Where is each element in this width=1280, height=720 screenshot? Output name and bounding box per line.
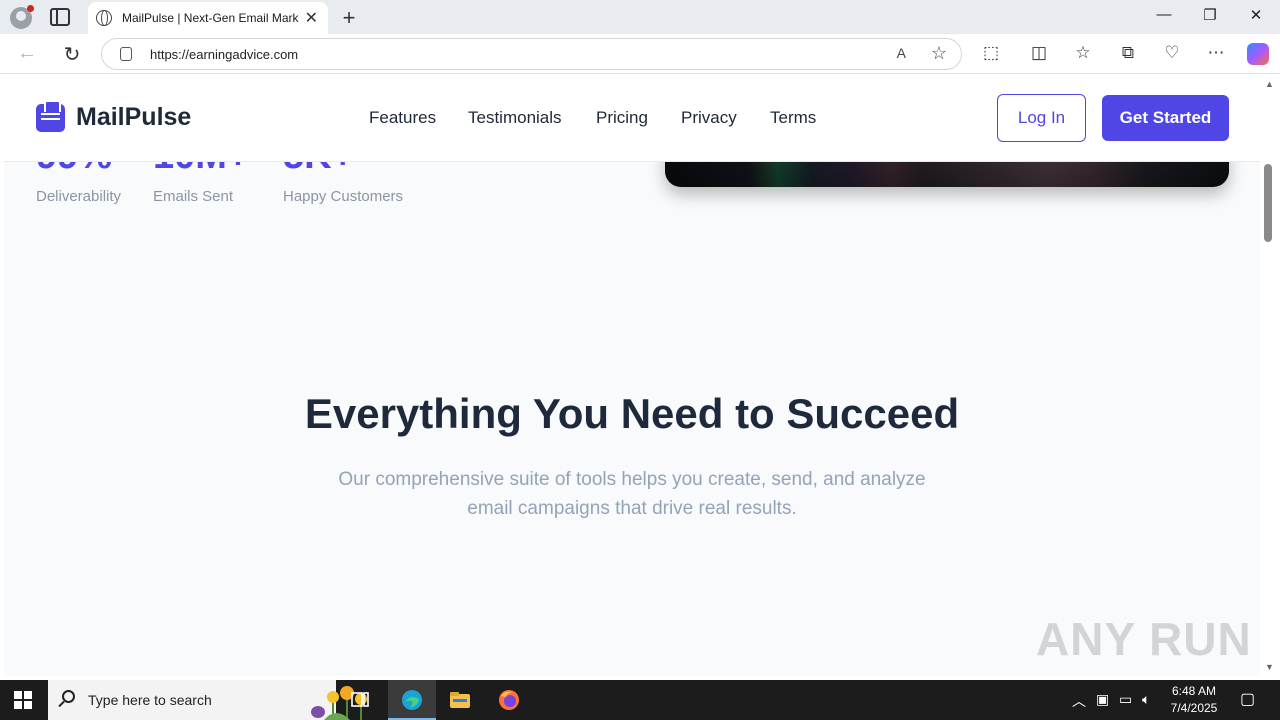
section-title: Everything You Need to Succeed xyxy=(304,390,960,437)
nav-terms[interactable]: Terms xyxy=(770,108,816,128)
close-tab-icon[interactable]: ✕ xyxy=(305,8,318,28)
globe-icon xyxy=(96,10,112,26)
stat-label: Happy Customers xyxy=(283,188,404,205)
close-window-icon[interactable]: ✕ xyxy=(1233,6,1279,24)
notification-dot xyxy=(27,5,34,12)
site-header: MailPulse Features Testimonials Pricing … xyxy=(4,75,1260,162)
anyrun-watermark: ANY RUN xyxy=(1036,613,1252,665)
url-text[interactable]: https://earningadvice.com xyxy=(150,47,298,62)
volume-icon[interactable]: 🔈︎ xyxy=(1142,691,1150,708)
tab-actions-icon[interactable] xyxy=(50,8,70,26)
new-tab-icon[interactable]: + xyxy=(338,5,360,31)
split-screen-icon[interactable]: ◫ xyxy=(1028,43,1050,63)
site-logo[interactable]: MailPulse xyxy=(76,103,191,132)
tab-title: MailPulse | Next-Gen Email Marke xyxy=(122,11,299,25)
notification-center-icon[interactable]: ▢ xyxy=(1240,689,1255,709)
site-info-icon[interactable] xyxy=(120,47,132,61)
edge-icon[interactable] xyxy=(400,688,424,712)
firefox-icon[interactable] xyxy=(497,688,521,712)
nav-testimonials[interactable]: Testimonials xyxy=(468,108,562,128)
scroll-up-icon[interactable]: ▲ xyxy=(1265,79,1274,89)
refresh-icon[interactable]: ↻ xyxy=(60,42,84,67)
copilot-icon[interactable] xyxy=(1247,43,1269,65)
minimize-icon[interactable]: — xyxy=(1141,6,1187,23)
stat-label: Emails Sent xyxy=(153,188,234,205)
restore-icon[interactable]: ❐ xyxy=(1187,6,1233,24)
login-button[interactable]: Log In xyxy=(997,94,1086,142)
scroll-down-icon[interactable]: ▼ xyxy=(1265,662,1274,672)
active-tab[interactable]: MailPulse | Next-Gen Email Marke ✕ xyxy=(88,2,328,34)
collections-icon[interactable]: ⧉ xyxy=(1117,43,1139,63)
taskbar-search[interactable]: Type here to search xyxy=(48,680,367,720)
nav-features[interactable]: Features xyxy=(369,108,436,128)
nav-pricing[interactable]: Pricing xyxy=(596,108,648,128)
back-icon[interactable]: ← xyxy=(15,42,39,65)
clock-time: 6:48 AM xyxy=(1171,684,1217,698)
read-aloud-icon[interactable]: A xyxy=(897,45,906,61)
search-icon xyxy=(62,690,75,703)
task-view-icon[interactable] xyxy=(348,688,372,712)
mail-logo-icon[interactable] xyxy=(36,100,65,132)
clock-date: 7/4/2025 xyxy=(1170,701,1218,715)
section-subtitle: Our comprehensive suite of tools helps y… xyxy=(338,469,926,519)
stat-label: Deliverability xyxy=(36,188,122,205)
windows-start-icon[interactable] xyxy=(14,691,32,709)
more-menu-icon[interactable]: ⋯ xyxy=(1205,43,1227,63)
nav-privacy[interactable]: Privacy xyxy=(681,108,737,128)
extensions-icon[interactable]: ⬚ xyxy=(980,43,1002,63)
address-bar[interactable]: https://earningadvice.com A ☆ xyxy=(101,38,962,70)
show-hidden-icons-icon[interactable]: ︿ xyxy=(1072,691,1086,711)
favorites-icon[interactable]: ☆ xyxy=(1072,43,1094,63)
favorite-star-icon[interactable]: ☆ xyxy=(931,43,947,64)
file-explorer-icon[interactable] xyxy=(448,688,472,712)
browser-tab-bar: MailPulse | Next-Gen Email Marke ✕ + — ❐… xyxy=(0,0,1280,34)
taskbar: Type here to search ︿ ▣ ▭ 🔈︎ 6:48 AM 7/4… xyxy=(0,680,1280,720)
page-scrollbar[interactable]: ▲ ▼ xyxy=(1260,75,1280,676)
search-placeholder: Type here to search xyxy=(88,692,212,708)
browser-essentials-icon[interactable]: ♡ xyxy=(1161,43,1183,63)
system-clock[interactable]: 6:48 AM 7/4/2025 xyxy=(1164,683,1224,717)
page-viewport: 99% 10M+ 5K+ Deliverability Emails Sent … xyxy=(4,75,1260,676)
meet-now-icon[interactable]: ▣ xyxy=(1096,691,1109,708)
network-icon[interactable]: ▭ xyxy=(1119,691,1132,708)
scrollbar-thumb[interactable] xyxy=(1264,164,1272,242)
get-started-button[interactable]: Get Started xyxy=(1102,95,1229,141)
address-toolbar: ← ↻ https://earningadvice.com A ☆ ⬚ ◫ ☆ … xyxy=(0,34,1280,74)
